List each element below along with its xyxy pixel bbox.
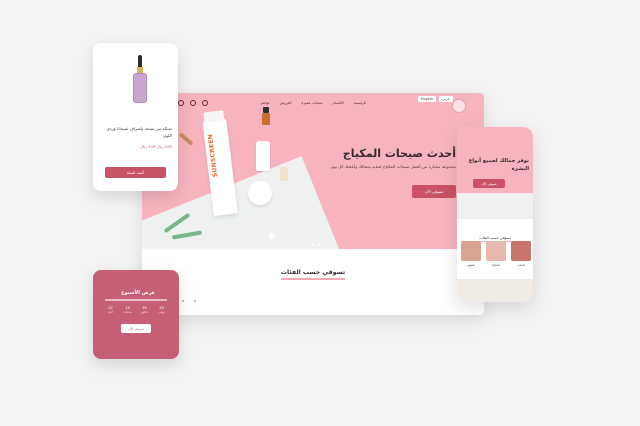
cream-jar-image — [248, 181, 272, 205]
mobile-hero-banner: نوفر جمالك لجميع أنواع البشرة تسوقي الآن — [457, 127, 533, 219]
slider-dot[interactable] — [194, 300, 196, 302]
timer-label: أيام — [108, 310, 113, 314]
offer-title: عرض الأسبوع — [121, 290, 155, 296]
store-logo[interactable] — [452, 99, 466, 113]
nav-link[interactable]: الرئيسية — [354, 101, 366, 105]
timer-cell: 20 ثواني — [156, 306, 167, 314]
nav-utility-icons — [178, 100, 208, 106]
top-nav: تواصل العروض منتجات مميزة الأقسام الرئيس… — [142, 93, 484, 113]
section-title: تسوقي حسب الفئات — [280, 269, 346, 280]
slider-indicators — [182, 300, 196, 302]
product-price: 199 ريال 249 ريال — [140, 144, 172, 149]
search-icon[interactable] — [178, 100, 184, 106]
carousel-dot[interactable] — [318, 243, 321, 246]
category-name: العناية — [517, 263, 525, 267]
mobile-footer-image — [457, 279, 533, 302]
mobile-hero-title: نوفر جمالك لجميع أنواع البشرة — [468, 158, 529, 172]
timer-label: دقائق — [141, 310, 148, 314]
product-card: تسكة من نسخة بإشراف شيجانا وردي اللون 19… — [93, 43, 178, 191]
nav-link[interactable]: منتجات مميزة — [302, 101, 323, 105]
timer-cell: 35 دقائق — [139, 306, 150, 314]
star-icon: ✦ — [266, 229, 278, 245]
lang-option-en[interactable]: English — [418, 96, 437, 102]
hero-title: أحدث صيحات المكياج — [342, 147, 456, 160]
offer-divider — [105, 299, 167, 301]
lotion-bottle-image — [256, 141, 270, 171]
serum-vial-image — [280, 167, 288, 181]
nav-link[interactable]: العروض — [280, 101, 292, 105]
category-thumbnail — [486, 241, 506, 261]
timer-cell: 14 ساعات — [122, 306, 133, 314]
desktop-mockup: تواصل العروض منتجات مميزة الأقسام الرئيس… — [142, 93, 484, 315]
category-name: المكياج — [491, 263, 501, 267]
nav-link[interactable]: تواصل — [260, 101, 270, 105]
slider-dot[interactable] — [182, 300, 184, 302]
hero-subtitle: مجموعة مختارة من أفضل منتجات المكياج لعن… — [331, 164, 456, 169]
category-name: العطور — [466, 263, 476, 267]
add-to-cart-button[interactable]: أضف للسلة — [105, 167, 166, 178]
nav-link[interactable]: الأقسام — [333, 101, 344, 105]
cart-icon[interactable] — [202, 100, 208, 106]
lang-option-ar[interactable]: عربي — [439, 96, 453, 102]
user-icon[interactable] — [190, 100, 196, 106]
countdown-timer: 02 أيام 14 ساعات 35 دقائق 20 ثواني — [105, 306, 167, 314]
product-name[interactable]: تسكة من نسخة بإشراف شيجانا وردي اللون — [98, 125, 172, 139]
product-image — [101, 49, 170, 115]
hero-shop-button[interactable]: تسوقي الآن — [412, 185, 456, 198]
branch-decoration — [178, 132, 194, 146]
category-tile[interactable]: العناية — [511, 241, 531, 267]
category-tile[interactable]: العطور — [461, 241, 481, 267]
language-switcher: English عربي — [418, 96, 453, 102]
mobile-hero-button[interactable]: تسوقي الآن — [473, 179, 505, 188]
dropper-bottle-image — [262, 107, 270, 125]
offer-shop-button[interactable]: تسوقي الآن — [121, 324, 151, 333]
hero-banner: تواصل العروض منتجات مميزة الأقسام الرئيس… — [142, 93, 484, 249]
categories-section: تسوقي حسب الفئات — [142, 259, 484, 280]
timer-cell: 02 أيام — [105, 306, 116, 314]
nav-links: تواصل العروض منتجات مميزة الأقسام الرئيس… — [260, 101, 366, 105]
product-label: SUNSCREEN — [206, 133, 220, 178]
carousel-dot[interactable] — [312, 243, 315, 246]
timer-label: ساعات — [123, 310, 132, 314]
mobile-mockup: نوفر جمالك لجميع أنواع البشرة تسوقي الآن… — [457, 127, 533, 302]
serum-bottle — [133, 73, 147, 103]
carousel-dots — [312, 243, 321, 246]
showcase-canvas: تواصل العروض منتجات مميزة الأقسام الرئيس… — [0, 0, 640, 426]
mobile-hero-image — [457, 193, 533, 219]
category-tile[interactable]: المكياج — [486, 241, 506, 267]
timer-label: ثواني — [158, 310, 165, 314]
tube-cap — [203, 110, 225, 123]
category-thumbnail — [511, 241, 531, 261]
weekly-offer-card: عرض الأسبوع 02 أيام 14 ساعات 35 دقائق 20… — [93, 270, 179, 359]
category-thumbnail — [461, 241, 481, 261]
mobile-category-list: العطور المكياج العناية — [461, 241, 531, 267]
